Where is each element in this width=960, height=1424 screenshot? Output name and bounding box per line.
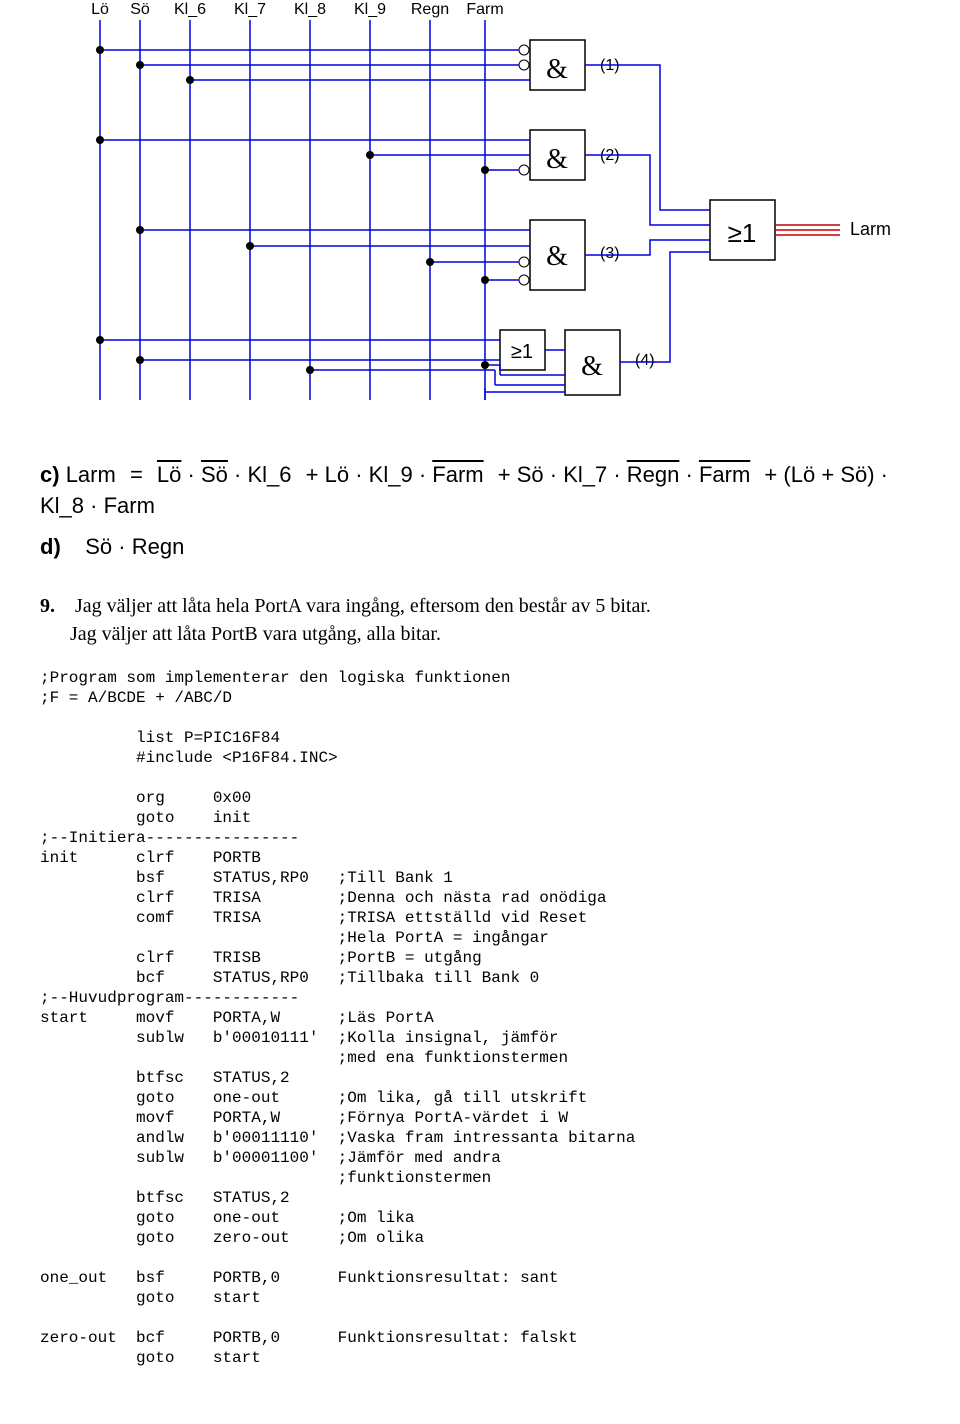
svg-text:&: &: [546, 54, 568, 85]
svg-text:≥1: ≥1: [511, 341, 533, 363]
input-label: Kl_8: [294, 1, 326, 18]
svg-text:&: &: [546, 144, 568, 175]
svg-text:&: &: [546, 241, 568, 272]
equation-c: c) Larm = Lö · Sö · Kl_6 + Lö · Kl_9 · F…: [40, 460, 920, 522]
gate-output-label: (3): [600, 245, 620, 262]
output-label: Larm: [850, 219, 891, 239]
input-label: Lö: [91, 1, 109, 18]
equation-d: d) Sö · Regn: [40, 532, 920, 563]
assembly-code-listing: ;Program som implementerar den logiska f…: [40, 668, 920, 1368]
input-label: Kl_9: [354, 1, 386, 18]
input-label: Kl_6: [174, 1, 206, 18]
svg-text:&: &: [581, 351, 603, 382]
input-label: Kl_7: [234, 1, 266, 18]
gate-output-label: (4): [635, 352, 655, 369]
input-label: Regn: [411, 1, 449, 18]
svg-text:≥1: ≥1: [728, 218, 757, 248]
problem-9-text: 9. Jag väljer att låta hela PortA vara i…: [40, 592, 920, 648]
input-label: Farm: [466, 1, 503, 18]
input-label: Sö: [130, 1, 150, 18]
logic-diagram: Lö Sö Kl_6 Kl_7 Kl_8 Kl_9 Regn Farm & (1…: [40, 0, 920, 430]
